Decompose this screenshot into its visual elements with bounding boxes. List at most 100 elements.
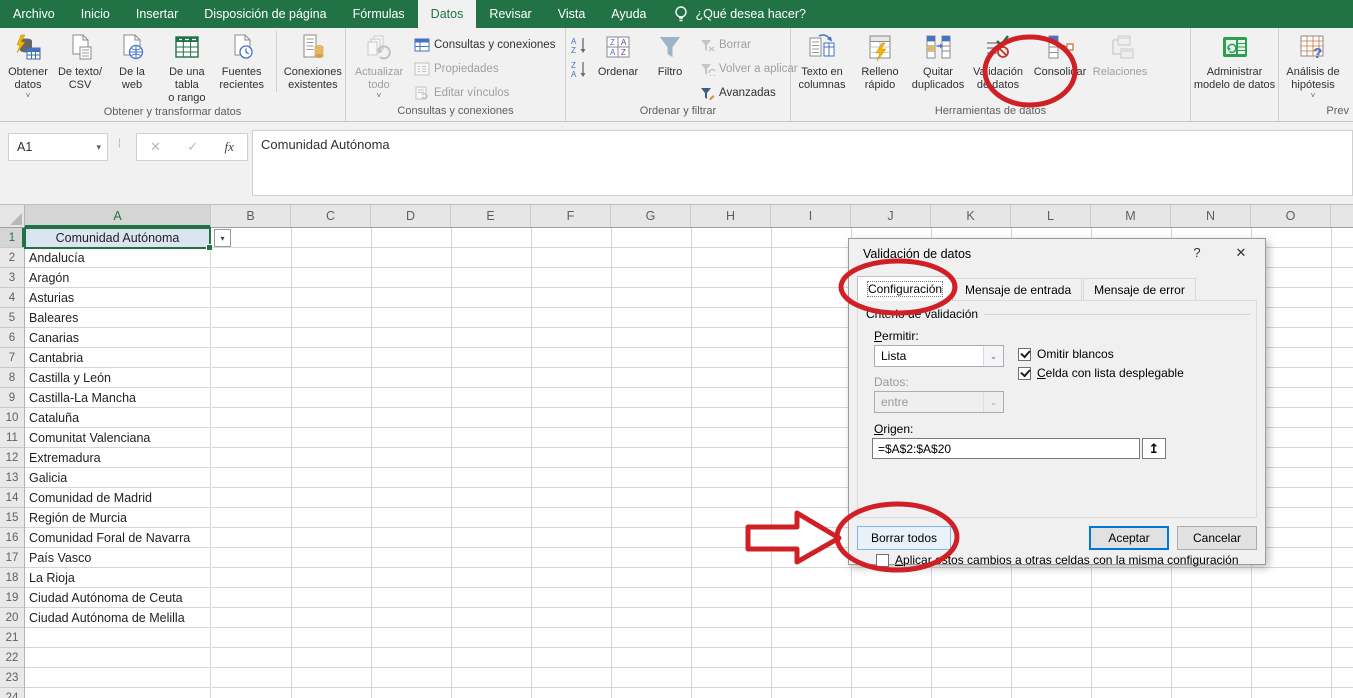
cell-A12[interactable]: Extremadura [25, 448, 210, 468]
permitir-select[interactable]: Lista ⌄ [874, 345, 1004, 367]
row-header-22[interactable]: 22 [0, 648, 24, 668]
select-all-corner[interactable] [0, 205, 25, 228]
cell-A7[interactable]: Cantabria [25, 348, 210, 368]
row-header-6[interactable]: 6 [0, 328, 24, 348]
tab-revisar[interactable]: Revisar [476, 0, 544, 28]
column-header-N[interactable]: N [1171, 205, 1251, 227]
tab-vista[interactable]: Vista [545, 0, 599, 28]
row-header-4[interactable]: 4 [0, 288, 24, 308]
cell-A9[interactable]: Castilla-La Mancha [25, 388, 210, 408]
cell-A17[interactable]: País Vasco [25, 548, 210, 568]
row-header-16[interactable]: 16 [0, 528, 24, 548]
insert-function-icon[interactable]: fx [224, 139, 233, 155]
aceptar-button[interactable]: Aceptar [1089, 526, 1169, 550]
get-data-button[interactable]: Obtener datos˅ [2, 31, 54, 100]
cell-A10[interactable]: Cataluña [25, 408, 210, 428]
column-header-G[interactable]: G [611, 205, 691, 227]
row-header-10[interactable]: 10 [0, 408, 24, 428]
recent-sources-button[interactable]: Fuentes recientes [216, 31, 268, 92]
name-box-caret-icon[interactable]: ▾ [96, 142, 101, 153]
cell-A4[interactable]: Asturias [25, 288, 210, 308]
row-header-5[interactable]: 5 [0, 308, 24, 328]
column-header-B[interactable]: B [211, 205, 291, 227]
from-web-button[interactable]: De la web [106, 31, 158, 92]
consolidate-button[interactable]: Consolidar [1029, 31, 1091, 79]
queries-connections-button[interactable]: Consultas y conexiones [410, 35, 559, 55]
row-header-14[interactable]: 14 [0, 488, 24, 508]
sort-button[interactable]: ZAAZ Ordenar [592, 31, 644, 79]
cell-A16[interactable]: Comunidad Foral de Navarra [25, 528, 210, 548]
tell-me-box[interactable]: ¿Qué desea hacer? [660, 0, 807, 28]
column-header-J[interactable]: J [851, 205, 931, 227]
cell-A5[interactable]: Baleares [25, 308, 210, 328]
filter-button[interactable]: Filtro [644, 31, 696, 79]
tab-insertar[interactable]: Insertar [123, 0, 191, 28]
cell-dropdown-button[interactable]: ▾ [214, 229, 231, 247]
column-header-L[interactable]: L [1011, 205, 1091, 227]
text-to-columns-button[interactable]: Texto en columnas [793, 31, 851, 92]
row-header-1[interactable]: 1 [0, 228, 24, 248]
remove-duplicates-button[interactable]: Quitar duplicados [909, 31, 967, 92]
from-text-csv-button[interactable]: De texto/ CSV [54, 31, 106, 92]
sort-desc-button[interactable]: ZA [568, 59, 592, 79]
cell-A2[interactable]: Andalucía [25, 248, 210, 268]
combo-chevron-icon[interactable]: ⌄ [983, 346, 1003, 366]
advanced-filter-button[interactable]: Avanzadas [696, 83, 802, 103]
row-header-15[interactable]: 15 [0, 508, 24, 528]
column-header-E[interactable]: E [451, 205, 531, 227]
row-header-9[interactable]: 9 [0, 388, 24, 408]
cell-A13[interactable]: Galicia [25, 468, 210, 488]
existing-connections-button[interactable]: Conexiones existentes [276, 31, 343, 92]
cell-A3[interactable]: Aragón [25, 268, 210, 288]
aplicar-cambios-checkbox[interactable]: Aplicar estos cambios a otras celdas con… [876, 553, 1239, 567]
cell-A18[interactable]: La Rioja [25, 568, 210, 588]
column-header-H[interactable]: H [691, 205, 771, 227]
row-header-24[interactable]: 24 [0, 688, 24, 698]
cell-A11[interactable]: Comunitat Valenciana [25, 428, 210, 448]
column-header-I[interactable]: I [771, 205, 851, 227]
omitir-blancos-checkbox[interactable]: Omitir blancos [1018, 347, 1114, 361]
manage-data-model-button[interactable]: Administrar modelo de datos [1193, 31, 1276, 92]
row-header-13[interactable]: 13 [0, 468, 24, 488]
cell-A14[interactable]: Comunidad de Madrid [25, 488, 210, 508]
borrar-todos-button[interactable]: Borrar todos [857, 526, 951, 550]
column-header-M[interactable]: M [1091, 205, 1171, 227]
dialog-close-button[interactable]: ✕ [1227, 245, 1255, 265]
origen-input[interactable]: =$A$2:$A$20 [872, 438, 1140, 459]
cell-A1[interactable]: Comunidad Autónoma [25, 228, 210, 248]
tab-ayuda[interactable]: Ayuda [598, 0, 659, 28]
confirm-entry-icon[interactable]: ✓ [187, 139, 198, 155]
column-header-K[interactable]: K [931, 205, 1011, 227]
column-header-D[interactable]: D [371, 205, 451, 227]
column-header-A[interactable]: A [25, 205, 211, 227]
tab-formulas[interactable]: Fórmulas [340, 0, 418, 28]
name-box[interactable]: A1 ▾ [8, 133, 108, 161]
row-header-7[interactable]: 7 [0, 348, 24, 368]
row-header-19[interactable]: 19 [0, 588, 24, 608]
row-header-20[interactable]: 20 [0, 608, 24, 628]
column-header-F[interactable]: F [531, 205, 611, 227]
tab-datos[interactable]: Datos [418, 0, 477, 28]
flash-fill-button[interactable]: Relleno rápido [851, 31, 909, 92]
tab-disposicion[interactable]: Disposición de página [191, 0, 339, 28]
cell-A20[interactable]: Ciudad Autónoma de Melilla [25, 608, 210, 628]
cancel-entry-icon[interactable]: ✕ [150, 139, 161, 155]
cell-A19[interactable]: Ciudad Autónoma de Ceuta [25, 588, 210, 608]
cell-A6[interactable]: Canarias [25, 328, 210, 348]
formula-input[interactable]: Comunidad Autónoma [252, 130, 1353, 196]
cell-A8[interactable]: Castilla y León [25, 368, 210, 388]
row-header-17[interactable]: 17 [0, 548, 24, 568]
from-table-range-button[interactable]: De una tabla o rango [158, 31, 216, 105]
row-header-18[interactable]: 18 [0, 568, 24, 588]
cancelar-button[interactable]: Cancelar [1177, 526, 1257, 550]
tab-archivo[interactable]: Archivo [0, 0, 68, 28]
column-header-C[interactable]: C [291, 205, 371, 227]
tab-inicio[interactable]: Inicio [68, 0, 123, 28]
column-header-O[interactable]: O [1251, 205, 1331, 227]
data-validation-button[interactable]: Validación de datos˅ [967, 31, 1029, 100]
tab-configuracion[interactable]: Configuración [857, 276, 953, 301]
row-header-3[interactable]: 3 [0, 268, 24, 288]
cell-A15[interactable]: Región de Murcia [25, 508, 210, 528]
row-header-23[interactable]: 23 [0, 668, 24, 688]
celda-lista-checkbox[interactable]: Celda con lista desplegable [1018, 366, 1184, 380]
